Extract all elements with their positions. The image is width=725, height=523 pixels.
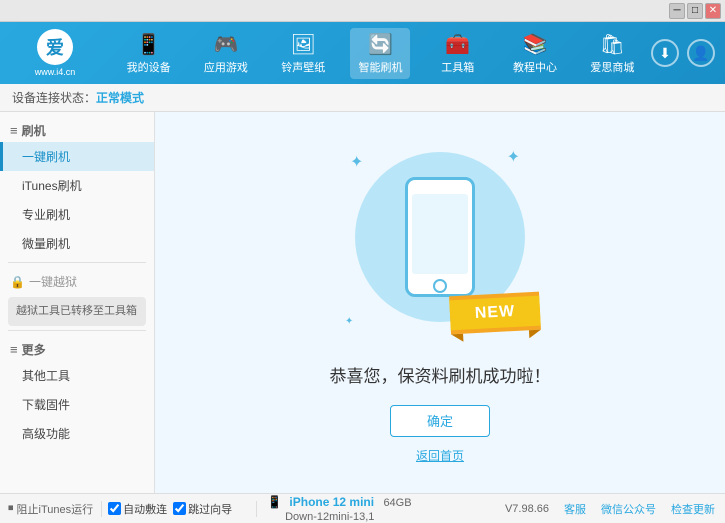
- phone-home-button: [433, 279, 447, 293]
- logo-text: www.i4.cn: [35, 67, 76, 77]
- nav-items: 📱 我的设备 🎮 应用游戏 🖼 铃声壁纸 🔄 智能刷机 🧰 工具箱 📚 教程中心…: [110, 28, 651, 79]
- confirm-button[interactable]: 确定: [390, 405, 490, 437]
- auto-connect-label[interactable]: 自动敷连: [108, 501, 167, 517]
- bottom-bar: ⏹ 阻止iTunes运行 自动敷连 跳过向导 📱 iPhone 12 mini …: [0, 493, 725, 523]
- sidebar-item-download-fw[interactable]: 下载固件: [0, 390, 154, 419]
- download-button[interactable]: ⬇: [651, 39, 679, 67]
- sidebar-divider-1: [8, 262, 146, 263]
- stop-itunes-icon: ⏹: [8, 502, 14, 515]
- logo-area: 爱 www.i4.cn: [0, 29, 110, 77]
- device-name: iPhone 12 mini: [289, 495, 374, 509]
- more-section-label: 更多: [22, 341, 46, 358]
- my-device-icon: 📱: [136, 32, 161, 57]
- bottom-status: V7.98.66 客服 微信公众号 检查更新: [495, 501, 725, 517]
- header: 爱 www.i4.cn 📱 我的设备 🎮 应用游戏 🖼 铃声壁纸 🔄 智能刷机 …: [0, 22, 725, 84]
- sidebar-item-micro-flash[interactable]: 微量刷机: [0, 229, 154, 258]
- toolbox-label: 工具箱: [441, 59, 474, 75]
- wechat-label[interactable]: 微信公众号: [601, 501, 656, 517]
- auto-connect-checkbox[interactable]: [108, 502, 121, 515]
- sidebar-item-pro-flash[interactable]: 专业刷机: [0, 200, 154, 229]
- tutorial-label: 教程中心: [513, 59, 557, 75]
- nav-apps-games[interactable]: 🎮 应用游戏: [196, 28, 256, 79]
- device-version: Down-12mini-13,1: [285, 511, 374, 523]
- more-section-icon: ≡: [10, 342, 18, 357]
- sidebar-item-advanced[interactable]: 高级功能: [0, 419, 154, 448]
- bottom-checkboxes: 自动敷连 跳过向导: [102, 501, 257, 517]
- skip-wizard-checkbox[interactable]: [173, 502, 186, 515]
- device-icon: 📱: [267, 495, 282, 509]
- main-layout: ≡ 刷机 一键刷机 iTunes刷机 专业刷机 微量刷机 🔒 一键越狱 越狱工具…: [0, 112, 725, 493]
- sidebar-divider-2: [8, 330, 146, 331]
- sidebar: ≡ 刷机 一键刷机 iTunes刷机 专业刷机 微量刷机 🔒 一键越狱 越狱工具…: [0, 112, 155, 493]
- jailbreak-note: 越狱工具已转移至工具箱: [8, 297, 146, 326]
- maximize-button[interactable]: □: [687, 3, 703, 19]
- user-button[interactable]: 👤: [687, 39, 715, 67]
- flash-section-icon: ≡: [10, 123, 18, 138]
- nav-tutorial[interactable]: 📚 教程中心: [505, 28, 565, 79]
- jailbreak-section-header: 🔒 一键越狱: [0, 267, 154, 293]
- stop-itunes-label: 阻止iTunes运行: [17, 501, 94, 517]
- skip-wizard-label[interactable]: 跳过向导: [173, 501, 232, 517]
- version-label: V7.98.66: [505, 503, 549, 515]
- sidebar-item-itunes-flash[interactable]: iTunes刷机: [0, 171, 154, 200]
- sparkle-tr-icon: ✦: [507, 147, 520, 167]
- phone-illustration: ✦ ✦ ✦ NEW: [340, 142, 540, 342]
- close-button[interactable]: ✕: [705, 3, 721, 19]
- wallpaper-icon: 🖼: [291, 32, 316, 57]
- nav-smart-flash[interactable]: 🔄 智能刷机: [350, 28, 410, 79]
- phone-body: [405, 177, 475, 297]
- jailbreak-label: 一键越狱: [29, 273, 77, 290]
- sparkle-tl-icon: ✦: [350, 152, 363, 172]
- flash-section-label: 刷机: [22, 122, 46, 139]
- status-bar: 设备连接状态： 正常模式: [0, 84, 725, 112]
- nav-wallpaper[interactable]: 🖼 铃声壁纸: [273, 28, 333, 79]
- sidebar-item-one-key-flash[interactable]: 一键刷机: [0, 142, 154, 171]
- minimize-button[interactable]: ─: [669, 3, 685, 19]
- auto-connect-text: 自动敷连: [123, 501, 167, 517]
- wallpaper-label: 铃声壁纸: [281, 59, 325, 75]
- shop-icon: 🛍: [600, 32, 625, 57]
- device-storage: 64GB: [383, 497, 411, 509]
- nav-my-device[interactable]: 📱 我的设备: [119, 28, 179, 79]
- nav-toolbox[interactable]: 🧰 工具箱: [428, 28, 488, 79]
- shop-label: 爱思商城: [590, 59, 634, 75]
- success-text: 恭喜您，保资料刷机成功啦！: [330, 362, 551, 387]
- status-prefix: 设备连接状态：: [12, 89, 96, 106]
- return-link[interactable]: 返回首页: [416, 447, 464, 464]
- status-value: 正常模式: [96, 89, 144, 106]
- content-area: ✦ ✦ ✦ NEW 恭喜您，保资料刷机成功啦！ 确定 返回首页: [155, 112, 725, 493]
- check-update-label[interactable]: 检查更新: [671, 501, 715, 517]
- new-badge: NEW: [449, 295, 540, 330]
- sparkle-bl-icon: ✦: [345, 316, 353, 327]
- phone-screen: [412, 194, 468, 274]
- apps-games-icon: 🎮: [213, 32, 238, 57]
- smart-flash-label: 智能刷机: [358, 59, 402, 75]
- sidebar-item-other-tools[interactable]: 其他工具: [0, 361, 154, 390]
- logo-icon: 爱: [37, 29, 73, 65]
- smart-flash-icon: 🔄: [368, 32, 393, 57]
- section-more-header: ≡ 更多: [0, 335, 154, 361]
- apps-games-label: 应用游戏: [204, 59, 248, 75]
- toolbox-icon: 🧰: [445, 32, 470, 57]
- service-label[interactable]: 客服: [564, 501, 586, 517]
- skip-wizard-text: 跳过向导: [188, 501, 232, 517]
- tutorial-icon: 📚: [523, 32, 548, 57]
- device-info: 📱 iPhone 12 mini 64GB Down-12mini-13,1: [257, 495, 495, 523]
- title-bar: ─ □ ✕: [0, 0, 725, 22]
- section-flash-header: ≡ 刷机: [0, 116, 154, 142]
- nav-shop[interactable]: 🛍 爱思商城: [582, 28, 642, 79]
- nav-right: ⬇ 👤: [651, 39, 725, 67]
- my-device-label: 我的设备: [127, 59, 171, 75]
- stop-itunes-button[interactable]: ⏹ 阻止iTunes运行: [0, 501, 102, 517]
